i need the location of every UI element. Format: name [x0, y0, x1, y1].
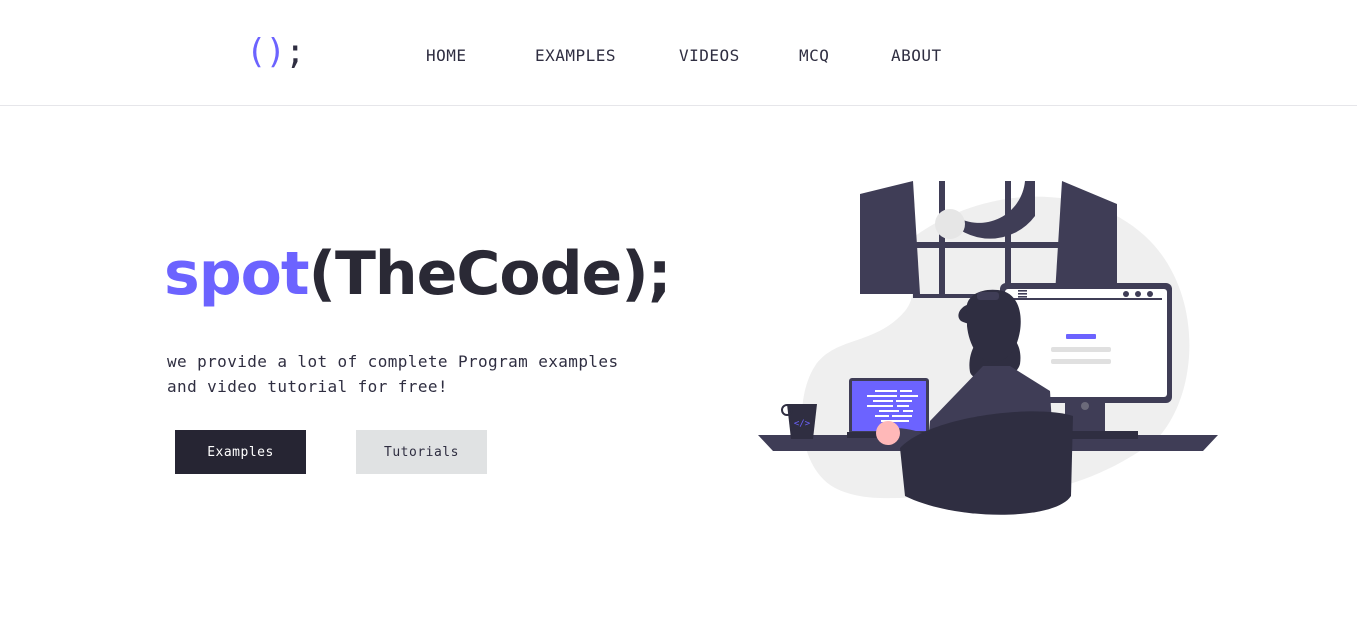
nav-about[interactable]: ABOUT	[891, 45, 942, 67]
nav-mcq[interactable]: MCQ	[799, 45, 829, 67]
hero-title-rest: (TheCode);	[308, 239, 672, 309]
site-header: (); HOME EXAMPLES VIDEOS MCQ ABOUT	[0, 0, 1357, 106]
logo-parens: ()	[246, 32, 286, 72]
logo-semicolon: ;	[284, 32, 306, 72]
tutorials-button[interactable]: Tutorials	[356, 430, 487, 474]
code-icon: </>	[794, 419, 811, 429]
hero-title: spot(TheCode);	[164, 234, 672, 314]
tagline-line-2: and video tutorial for free!	[167, 377, 448, 396]
tagline-line-1: we provide a lot of complete Program exa…	[167, 352, 619, 371]
hero-tagline: we provide a lot of complete Program exa…	[167, 349, 687, 399]
hamburger-icon	[1018, 290, 1027, 298]
site-logo[interactable]: ();	[246, 30, 306, 74]
coffee-mug: </>	[781, 404, 817, 439]
examples-button[interactable]: Examples	[175, 430, 306, 474]
nav-home[interactable]: HOME	[426, 45, 467, 67]
nav-videos[interactable]: VIDEOS	[679, 45, 740, 67]
nav-examples[interactable]: EXAMPLES	[535, 45, 616, 67]
hero-title-accent: spot	[164, 239, 310, 309]
developer-illustration: </>	[758, 181, 1218, 515]
